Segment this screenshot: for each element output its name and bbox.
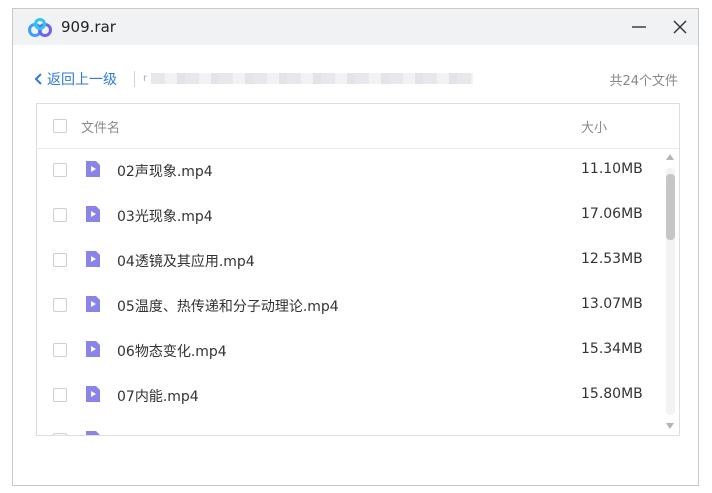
back-label: 返回上一级 — [47, 72, 117, 88]
baidu-netdisk-logo-icon — [28, 18, 52, 37]
scroll-up-arrow-icon[interactable] — [665, 153, 675, 161]
file-name: 02声现象.mp4 — [117, 164, 213, 180]
file-size: 13.07MB — [581, 296, 643, 312]
file-name: 06物态变化.mp4 — [117, 344, 227, 360]
vertical-scrollbar[interactable] — [661, 148, 679, 435]
select-all-checkbox[interactable] — [53, 119, 67, 133]
row-checkbox[interactable] — [53, 163, 67, 177]
file-size: 17.06MB — [581, 206, 643, 222]
video-file-icon — [86, 386, 100, 402]
chevron-left-icon — [34, 73, 42, 85]
file-name: 03光现象.mp4 — [117, 209, 213, 225]
window-title: 909.rar — [61, 18, 116, 36]
video-file-icon — [86, 161, 100, 177]
header-size: 大小 — [581, 121, 608, 136]
file-row[interactable]: 07内能.mp4 15.80MB — [37, 373, 661, 418]
close-icon — [673, 20, 687, 34]
row-checkbox[interactable] — [53, 343, 67, 357]
minimize-button[interactable] — [624, 12, 654, 42]
row-checkbox[interactable] — [53, 433, 67, 435]
header-file-name: 文件名 — [81, 121, 121, 136]
file-name: 05温度、热传递和分子动理论.mp4 — [117, 299, 339, 315]
row-checkbox[interactable] — [53, 388, 67, 402]
extract-window: 909.rar 返回上一级 r 共24个文件 文件名 大小 02声现象.mp4 … — [12, 8, 699, 486]
video-file-icon — [86, 206, 100, 222]
file-rows: 02声现象.mp4 11.10MB 03光现象.mp4 17.06MB 04透镜及其应用… — [37, 148, 661, 435]
minimize-icon — [632, 26, 646, 28]
file-row[interactable] — [37, 418, 661, 435]
file-row[interactable]: 03光现象.mp4 17.06MB — [37, 193, 661, 238]
blurred-path — [151, 73, 473, 84]
list-header: 文件名 大小 — [37, 104, 679, 149]
close-button[interactable] — [665, 12, 695, 42]
file-name: 07内能.mp4 — [117, 389, 199, 405]
file-count: 共24个文件 — [609, 74, 678, 89]
file-list: 文件名 大小 02声现象.mp4 11.10MB 03光现象.mp4 17.06MB 0… — [36, 103, 680, 436]
video-file-icon — [86, 431, 100, 435]
file-row[interactable]: 02声现象.mp4 11.10MB — [37, 148, 661, 193]
file-size: 15.80MB — [581, 386, 643, 402]
row-checkbox[interactable] — [53, 208, 67, 222]
scroll-thumb[interactable] — [666, 174, 675, 240]
scroll-down-arrow-icon[interactable] — [665, 422, 675, 430]
row-checkbox[interactable] — [53, 298, 67, 312]
path-divider — [134, 71, 135, 87]
path-bar: 返回上一级 r 共24个文件 — [33, 69, 678, 89]
row-checkbox[interactable] — [53, 253, 67, 267]
file-size: 11.10MB — [581, 161, 643, 177]
back-button[interactable]: 返回上一级 — [33, 69, 117, 89]
file-row[interactable]: 04透镜及其应用.mp4 12.53MB — [37, 238, 661, 283]
title-bar: 909.rar — [13, 9, 698, 45]
file-row[interactable]: 05温度、热传递和分子动理论.mp4 13.07MB — [37, 283, 661, 328]
file-row[interactable]: 06物态变化.mp4 15.34MB — [37, 328, 661, 373]
file-size: 15.34MB — [581, 341, 643, 357]
file-size: 12.53MB — [581, 251, 643, 267]
file-name: 04透镜及其应用.mp4 — [117, 254, 255, 270]
video-file-icon — [86, 341, 100, 357]
video-file-icon — [86, 296, 100, 312]
path-prefix: r — [143, 73, 148, 84]
video-file-icon — [86, 251, 100, 267]
